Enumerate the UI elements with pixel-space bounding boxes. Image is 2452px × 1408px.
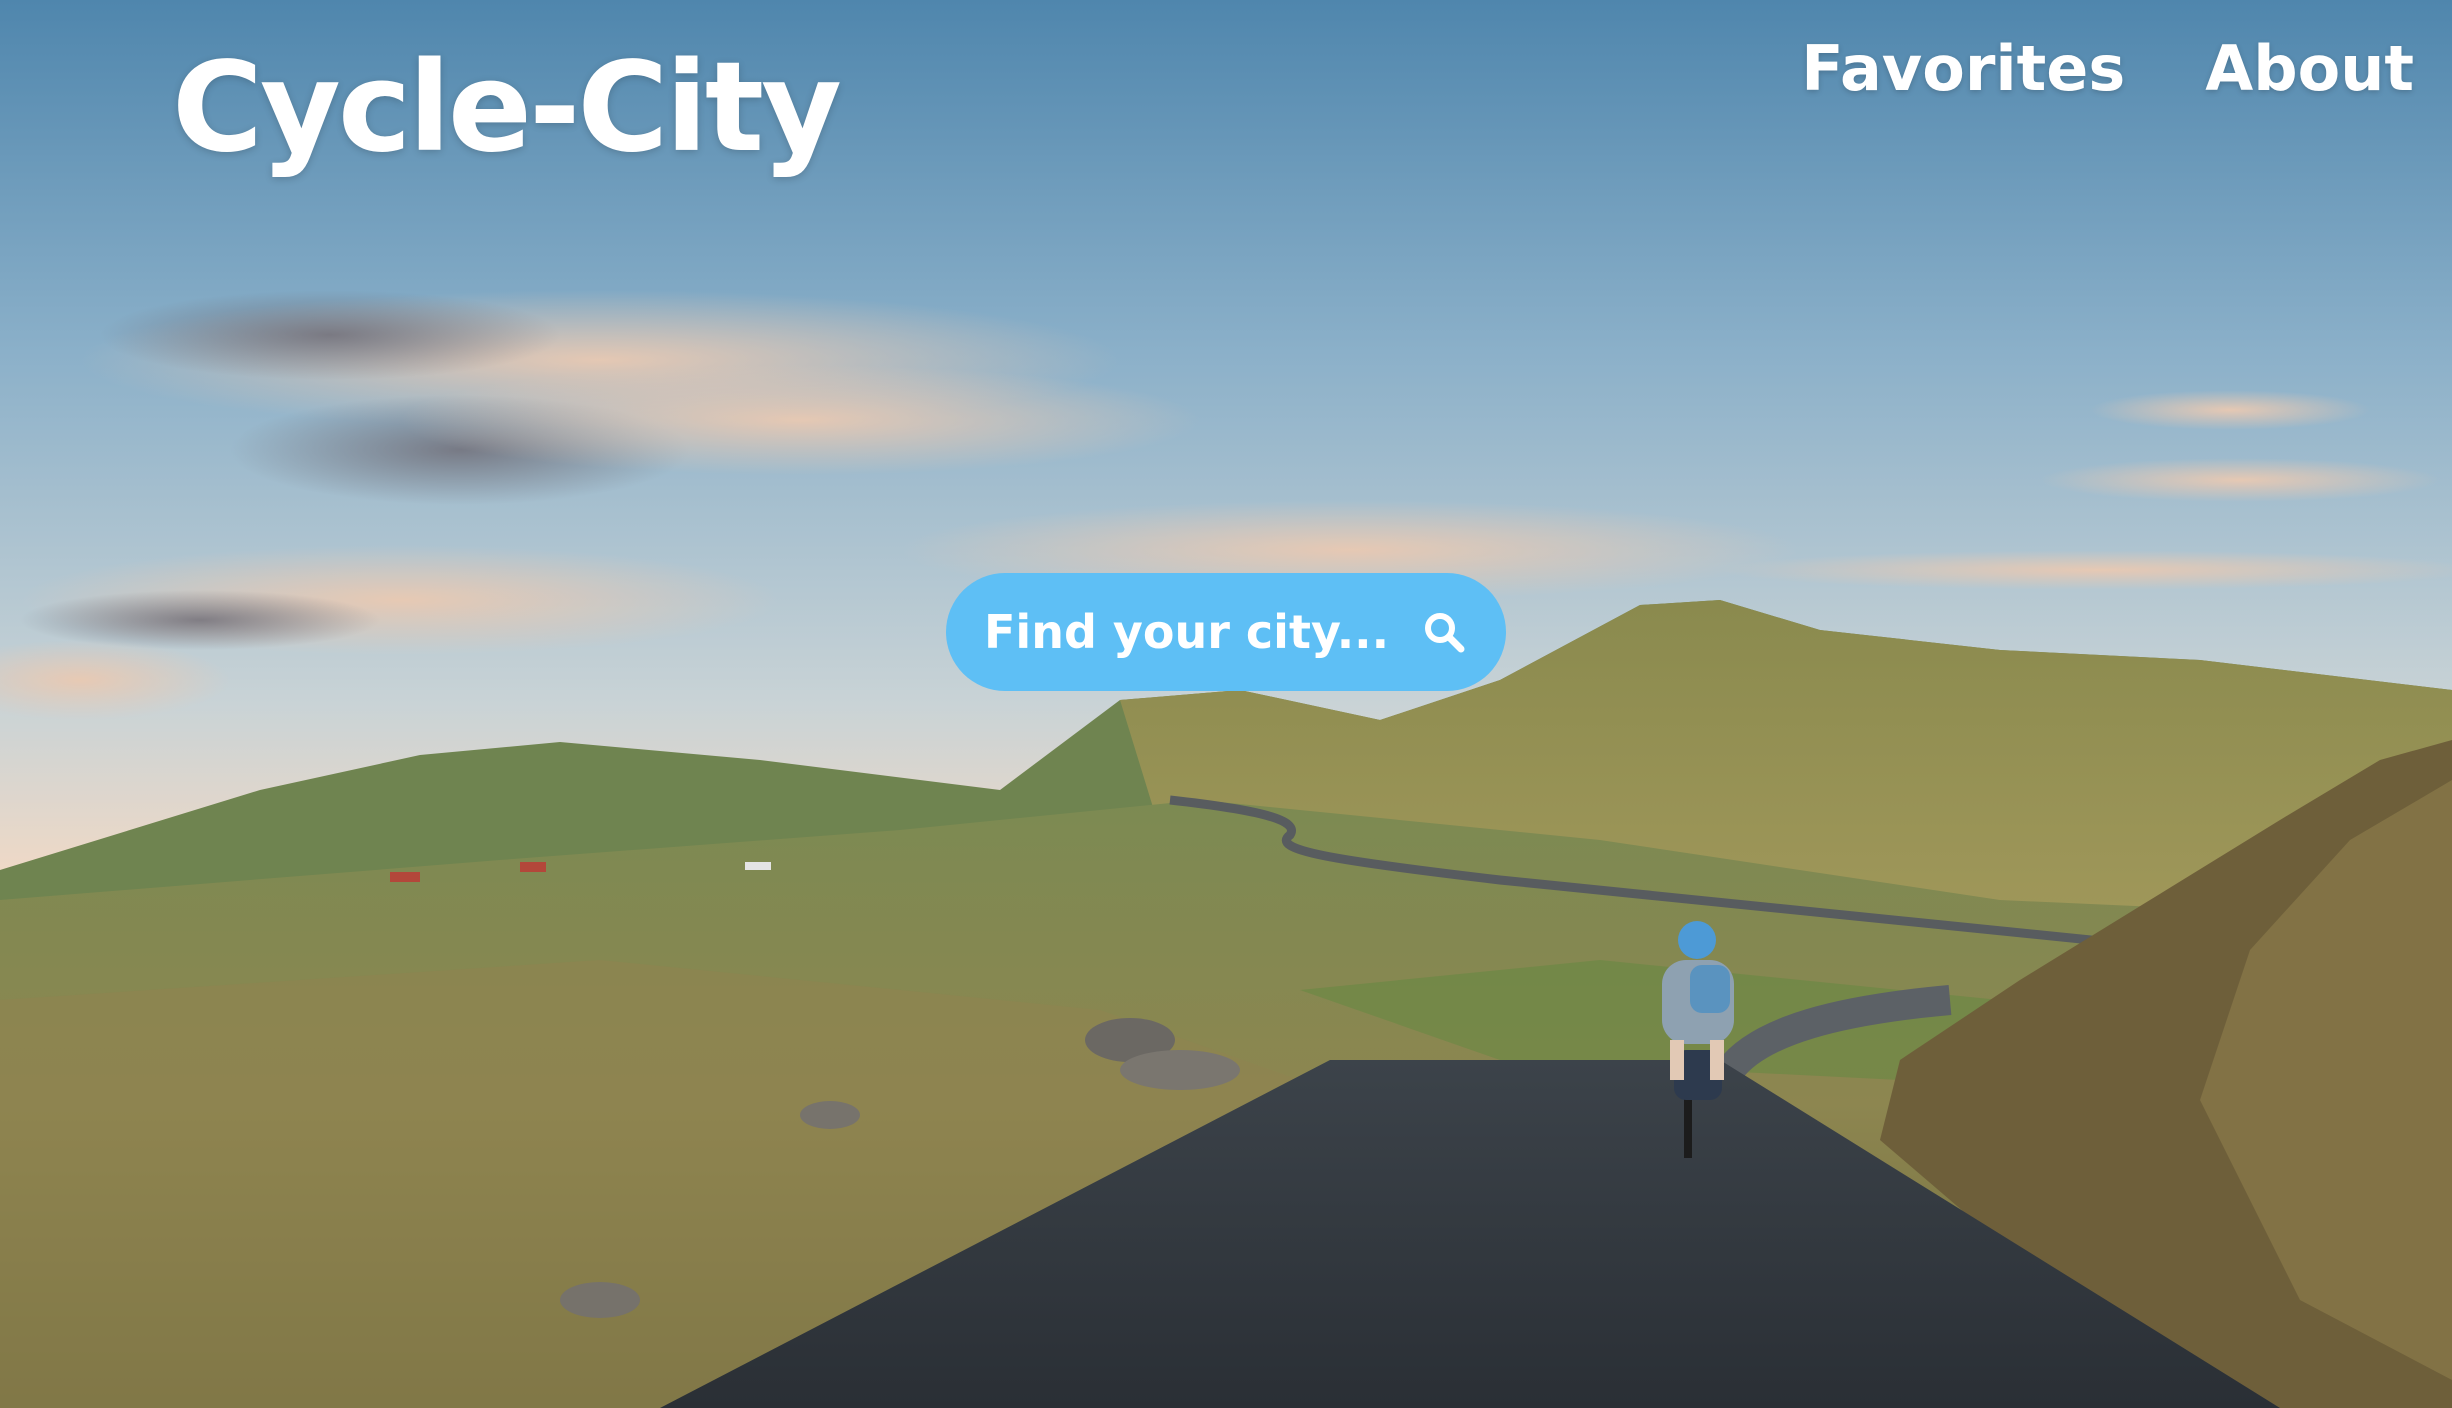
city-search-input[interactable] (984, 605, 1416, 659)
search-icon (1425, 613, 1465, 653)
top-nav: Favorites About (1801, 38, 2414, 100)
nav-link-favorites[interactable]: Favorites (1801, 38, 2125, 100)
nav-link-about[interactable]: About (2205, 38, 2414, 100)
search-button[interactable] (1416, 604, 1472, 660)
hero-background-image (0, 0, 2452, 1408)
brand-logo[interactable]: Cycle-City (172, 46, 842, 170)
search-bar (946, 573, 1506, 691)
